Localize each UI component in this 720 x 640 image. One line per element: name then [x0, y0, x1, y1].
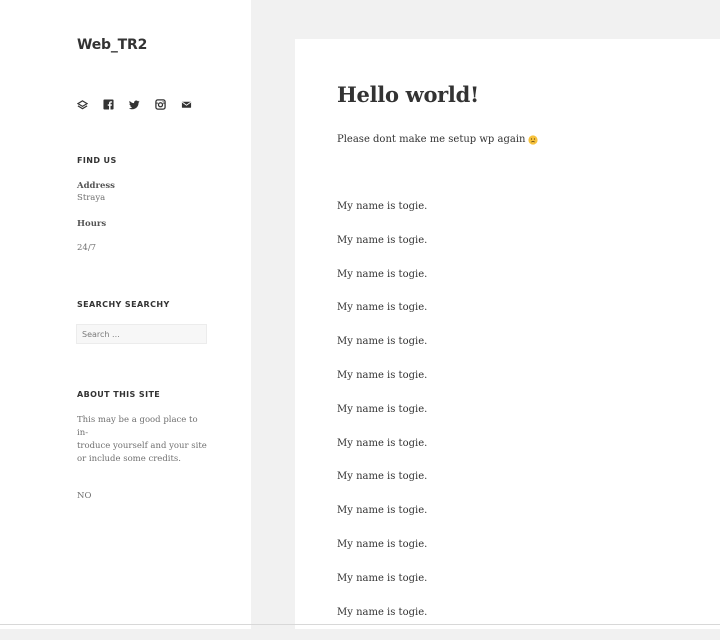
sidebar: Web_TR2 FIND US Address Straya Hours 24/…	[0, 0, 251, 629]
hours-value: 24/7	[77, 243, 97, 253]
social-link-twitter[interactable]	[129, 97, 155, 111]
site-title[interactable]: Web_TR2	[77, 37, 147, 53]
address-label: Address	[77, 181, 115, 191]
post-paragraph: My name is togie.	[337, 538, 428, 550]
post-paragraph: My name is togie.	[337, 471, 428, 483]
post-paragraph: My name is togie.	[337, 234, 428, 246]
email-icon	[181, 101, 192, 108]
instagram-icon	[155, 98, 166, 110]
bottom-divider	[0, 624, 720, 625]
codepen-icon	[77, 99, 88, 109]
hours-label: Hours	[77, 219, 107, 229]
post-paragraph: My name is togie.	[337, 268, 428, 280]
about-text-line: or include some credits.	[77, 454, 181, 464]
post-intro-text: Please dont make me setup wp again	[337, 134, 526, 145]
twitter-icon	[129, 99, 140, 109]
social-link-facebook[interactable]	[103, 97, 129, 111]
post-paragraph: My name is togie.	[337, 437, 428, 449]
address-value: Straya	[77, 193, 106, 203]
post-paragraph: My name is togie.	[337, 302, 428, 314]
about-text: This may be a good place to in- troduce …	[77, 414, 209, 466]
about-text-line: This may be a good place to in-	[77, 415, 198, 438]
social-link-codepen[interactable]	[77, 97, 103, 111]
slightly-frowning-face-emoji-icon	[528, 134, 539, 145]
post-title[interactable]: Hello world!	[337, 82, 479, 107]
post-paragraph: My name is togie.	[337, 403, 428, 415]
facebook-icon	[103, 98, 114, 110]
find-us-widget-title: FIND US	[77, 156, 117, 165]
search-input[interactable]	[76, 324, 207, 344]
post-paragraph: My name is togie.	[337, 369, 428, 381]
social-links-menu	[77, 97, 207, 111]
post-paragraph: My name is togie.	[337, 572, 428, 584]
post-paragraph: My name is togie.	[337, 201, 428, 212]
social-link-email[interactable]	[181, 97, 207, 111]
post-paragraph: My name is togie.	[337, 336, 428, 348]
post-paragraph: My name is togie.	[337, 505, 428, 517]
search-widget-title: SEARCHY SEARCHY	[77, 300, 170, 309]
social-link-instagram[interactable]	[155, 97, 181, 111]
post-article: Hello world! Please dont make me setup w…	[295, 39, 720, 629]
about-text-line: troduce yourself and your site	[77, 441, 207, 451]
about-extra-text: NO	[77, 491, 92, 501]
post-body: My name is togie. My name is togie. My nam…	[337, 201, 427, 640]
about-widget-title: ABOUT THIS SITE	[77, 390, 161, 399]
post-intro: Please dont make me setup wp again	[337, 134, 539, 145]
